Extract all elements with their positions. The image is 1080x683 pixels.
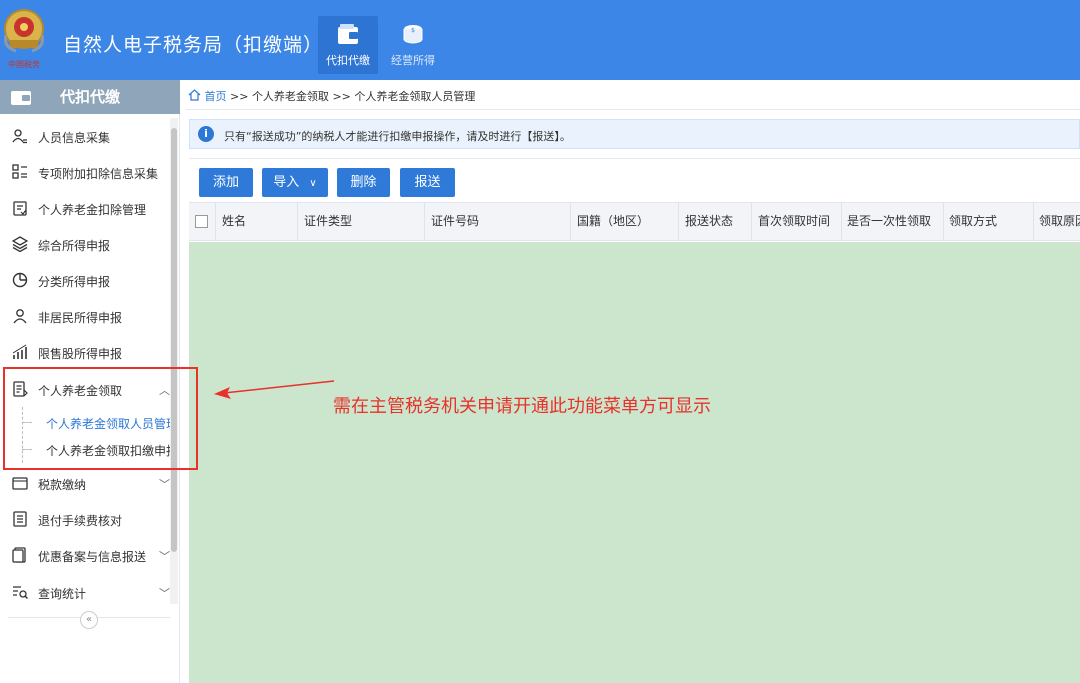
person-icon	[13, 309, 27, 324]
chevron-down-icon: ﹀	[159, 550, 170, 563]
app-title: 自然人电子税务局（扣缴端）	[63, 34, 324, 56]
breadcrumb-item[interactable]: 个人养老金领取	[252, 90, 329, 103]
home-icon[interactable]	[188, 89, 201, 101]
clipboard-icon	[13, 201, 27, 216]
column-header-lump-sum[interactable]: 是否一次性领取	[847, 203, 945, 240]
sidebar-item-label: 限售股所得申报	[38, 347, 123, 361]
layers-icon	[12, 236, 28, 252]
column-divider	[841, 203, 842, 240]
submit-button[interactable]: 报送	[400, 168, 455, 197]
page-icon	[12, 547, 26, 563]
column-header-reason[interactable]: 领取原因	[1039, 203, 1080, 240]
clock-pie-icon	[12, 272, 28, 288]
info-icon: i	[198, 126, 214, 142]
sidebar-item-classified-income[interactable]: 分类所得申报	[0, 262, 170, 298]
receipt-icon	[13, 511, 27, 527]
annotation-arrow	[214, 380, 335, 399]
table-body	[189, 242, 1080, 683]
annotation-text: 需在主管税务机关申请开通此功能菜单方可显示	[333, 396, 711, 417]
column-header-submit-status[interactable]: 报送状态	[685, 203, 747, 240]
column-header-id-number[interactable]: 证件号码	[431, 203, 571, 240]
topnav-withholding[interactable]: 代扣代缴	[318, 16, 378, 74]
sidebar-item-label: 查询统计	[38, 587, 87, 601]
sidebar-item-label: 个人养老金扣除管理	[38, 203, 147, 217]
topnav-label: 经营所得	[391, 54, 435, 67]
sidebar-item-label: 专项附加扣除信息采集	[38, 167, 159, 181]
column-divider	[678, 203, 679, 240]
column-divider	[943, 203, 944, 240]
divider	[186, 109, 1080, 110]
bar-chart-icon	[12, 344, 27, 359]
notice-text: 只有“报送成功”的纳税人才能进行扣缴申报操作，请及时进行【报送】。	[224, 130, 571, 143]
topnav-label: 代扣代缴	[326, 54, 370, 67]
chevron-down-icon: ﹀	[159, 478, 170, 491]
sidebar-item-label: 税款缴纳	[38, 478, 87, 492]
sidebar-item-pension-deduction[interactable]: 个人养老金扣除管理	[0, 190, 170, 226]
breadcrumb: 首页 >> 个人养老金领取 >> 个人养老金领取人员管理	[188, 88, 475, 106]
folder-icon	[12, 477, 28, 490]
wallet-icon	[11, 91, 31, 105]
sidebar-scrollbar-thumb[interactable]	[171, 128, 177, 552]
sidebar-header: 代扣代缴	[0, 80, 180, 121]
sidebar-item-refund-fee[interactable]: 退付手续费核对	[0, 501, 170, 537]
sidebar-item-label: 综合所得申报	[38, 239, 111, 253]
add-button[interactable]: 添加	[199, 168, 253, 197]
sidebar-item-personnel-info[interactable]: 人员信息采集	[0, 118, 170, 154]
sidebar-title: 代扣代缴	[60, 88, 121, 106]
chevron-down-icon: ﹀	[159, 587, 170, 600]
column-header-name[interactable]: 姓名	[222, 203, 297, 240]
column-header-first-withdrawal[interactable]: 首次领取时间	[758, 203, 842, 240]
import-label: 导入	[273, 175, 300, 190]
info-notice: i 只有“报送成功”的纳税人才能进行扣缴申报操作，请及时进行【报送】。	[189, 119, 1080, 149]
sidebar-item-label: 分类所得申报	[38, 275, 111, 289]
sidebar-item-label: 优惠备案与信息报送	[38, 550, 147, 564]
column-divider	[1033, 203, 1034, 240]
collapse-sidebar-icon[interactable]: «	[80, 611, 98, 629]
breadcrumb-separator: >>	[332, 90, 351, 103]
sidebar-item-tax-payment[interactable]: 税款缴纳 ﹀	[0, 465, 170, 501]
select-all-checkbox[interactable]	[195, 215, 208, 228]
tax-emblem-logo: 中国税务	[4, 9, 44, 69]
column-header-nationality[interactable]: 国籍（地区）	[577, 203, 677, 240]
top-header: 中国税务 自然人电子税务局（扣缴端） 代扣代缴 $ 经营所得	[0, 0, 1080, 80]
column-divider	[751, 203, 752, 240]
search-list-icon	[13, 586, 28, 599]
delete-button[interactable]: 删除	[337, 168, 390, 197]
svg-text:$: $	[411, 27, 415, 34]
chevron-down-icon: ∨	[309, 178, 317, 189]
wallet-icon	[338, 24, 358, 44]
person-id-icon	[12, 129, 27, 144]
sidebar-item-restricted-stock[interactable]: 限售股所得申报	[0, 334, 170, 370]
sidebar-item-query-stats[interactable]: 查询统计 ﹀	[0, 574, 170, 610]
sidebar-item-label: 非居民所得申报	[38, 311, 123, 325]
toolbar: 添加 导入 ∨ 删除 报送	[189, 158, 1080, 200]
breadcrumb-current: 个人养老金领取人员管理	[354, 90, 476, 103]
sidebar-item-special-deduction[interactable]: 专项附加扣除信息采集	[0, 154, 170, 190]
list-grid-icon	[12, 164, 27, 179]
sidebar-item-preferential-filing[interactable]: 优惠备案与信息报送 ﹀	[0, 537, 170, 573]
breadcrumb-home-link[interactable]: 首页	[205, 90, 227, 103]
column-divider	[424, 203, 425, 240]
column-divider	[297, 203, 298, 240]
sidebar-item-label: 退付手续费核对	[38, 514, 123, 528]
svg-text:中国税务: 中国税务	[8, 59, 40, 69]
table-header: 姓名 证件类型 证件号码 国籍（地区） 报送状态 首次领取时间 是否一次性领取 …	[189, 202, 1080, 241]
sidebar-item-comprehensive-income[interactable]: 综合所得申报	[0, 226, 170, 262]
topnav-business-income[interactable]: $ 经营所得	[383, 16, 443, 74]
coins-icon: $	[403, 25, 423, 44]
breadcrumb-separator: >>	[230, 90, 249, 103]
sidebar-item-label: 人员信息采集	[38, 131, 111, 145]
column-divider	[570, 203, 571, 240]
import-dropdown-button[interactable]: 导入 ∨	[262, 168, 328, 197]
column-divider	[215, 203, 216, 240]
sidebar-item-nonresident-income[interactable]: 非居民所得申报	[0, 298, 170, 334]
column-header-id-type[interactable]: 证件类型	[304, 203, 424, 240]
column-header-method[interactable]: 领取方式	[949, 203, 1031, 240]
annotation-highlight-box	[3, 367, 198, 470]
